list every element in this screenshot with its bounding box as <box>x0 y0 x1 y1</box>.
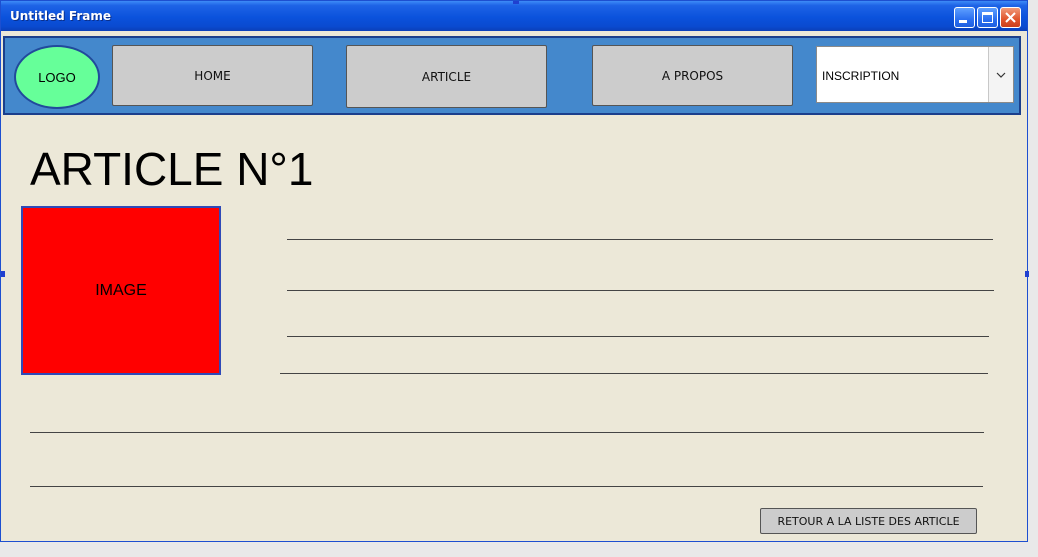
resize-handle-left[interactable] <box>1 271 5 277</box>
article-title: ARTICLE N°1 <box>30 143 314 195</box>
close-button[interactable] <box>1000 7 1021 28</box>
text-placeholder-line <box>287 239 993 240</box>
logo-label: LOGO <box>38 69 76 85</box>
image-label: IMAGE <box>95 281 147 299</box>
close-icon <box>1005 12 1016 23</box>
back-to-articles-label: RETOUR A LA LISTE DES ARTICLE <box>777 514 960 528</box>
article-image-placeholder: IMAGE <box>21 206 221 375</box>
text-placeholder-line <box>30 486 983 487</box>
inscription-selected-value: INSCRIPTION <box>822 69 900 83</box>
minimize-icon <box>959 20 967 23</box>
nav-apropos-label: A PROPOS <box>661 68 724 83</box>
chevron-down-icon <box>996 72 1006 78</box>
nav-home-label: HOME <box>194 68 231 83</box>
maximize-icon <box>982 12 993 23</box>
text-placeholder-line <box>287 336 989 337</box>
minimize-button[interactable] <box>954 7 975 28</box>
app-window: Untitled Frame LOGO HOME ARTICLE A PROPO… <box>0 0 1029 542</box>
navigation-bar: LOGO HOME ARTICLE A PROPOS INSCRIPTION <box>3 36 1021 115</box>
text-placeholder-line <box>30 432 984 433</box>
text-placeholder-line <box>287 290 994 291</box>
maximize-button[interactable] <box>977 7 998 28</box>
dropdown-arrow-button[interactable] <box>988 47 1013 102</box>
window-titlebar[interactable]: Untitled Frame <box>1 1 1027 31</box>
logo[interactable]: LOGO <box>14 45 100 109</box>
nav-article-button[interactable]: ARTICLE <box>346 45 547 108</box>
nav-article-label: ARTICLE <box>421 69 472 84</box>
text-placeholder-line <box>280 373 988 374</box>
window-title: Untitled Frame <box>10 9 111 23</box>
resize-handle-right[interactable] <box>1025 271 1029 277</box>
inscription-dropdown[interactable]: INSCRIPTION <box>816 46 1014 103</box>
nav-apropos-button[interactable]: A PROPOS <box>592 45 793 106</box>
back-to-articles-button[interactable]: RETOUR A LA LISTE DES ARTICLE <box>760 508 977 534</box>
resize-handle-top[interactable] <box>513 1 519 4</box>
nav-home-button[interactable]: HOME <box>112 45 313 106</box>
